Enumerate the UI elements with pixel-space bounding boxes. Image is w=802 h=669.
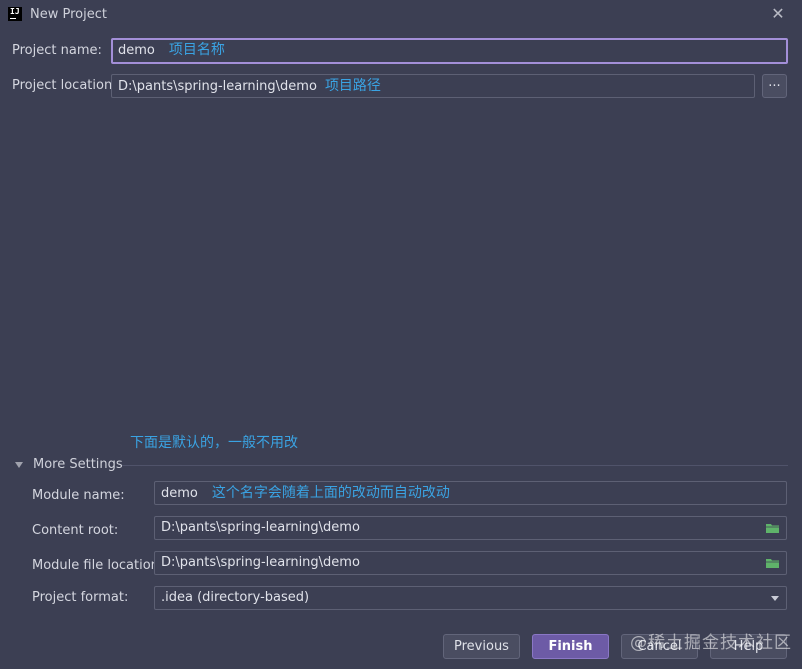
- project-name-input[interactable]: demo 项目名称: [111, 38, 788, 64]
- project-name-value: demo: [118, 43, 155, 58]
- title-bar: IJ New Project ✕: [0, 0, 802, 30]
- finish-button[interactable]: Finish: [532, 634, 609, 659]
- more-settings-title: More Settings: [33, 457, 123, 472]
- content-root-value: D:\pants\spring-learning\demo: [161, 520, 360, 535]
- project-format-label: Project format:: [32, 590, 129, 605]
- project-format-select[interactable]: .idea (directory-based): [154, 586, 787, 610]
- more-settings-toggle[interactable]: More Settings: [15, 457, 123, 472]
- defaults-note: 下面是默认的，一般不用改: [130, 435, 298, 451]
- chevron-down-icon: [771, 596, 779, 601]
- more-settings-divider: [122, 465, 788, 466]
- previous-button[interactable]: Previous: [443, 634, 520, 659]
- window-title: New Project: [30, 7, 107, 22]
- project-location-label: Project location:: [12, 78, 117, 93]
- project-name-label: Project name:: [12, 43, 102, 58]
- project-location-value: D:\pants\spring-learning\demo: [118, 79, 317, 94]
- module-name-annotation: 这个名字会随着上面的改动而自动改动: [211, 485, 450, 501]
- intellij-app-icon: IJ: [8, 7, 22, 21]
- module-name-value: demo: [161, 486, 198, 501]
- project-format-value: .idea (directory-based): [161, 590, 310, 605]
- triangle-down-icon: [15, 461, 23, 468]
- help-button[interactable]: Help: [710, 634, 787, 659]
- folder-icon[interactable]: [766, 558, 779, 568]
- content-root-input[interactable]: D:\pants\spring-learning\demo: [154, 516, 787, 540]
- module-file-location-label: Module file location:: [32, 558, 164, 573]
- folder-icon[interactable]: [766, 523, 779, 533]
- cancel-button[interactable]: Cancel: [621, 634, 698, 659]
- module-name-label: Module name:: [32, 488, 125, 503]
- close-icon[interactable]: ✕: [768, 4, 788, 24]
- project-name-annotation: 项目名称: [168, 42, 225, 58]
- browse-location-button[interactable]: ...: [762, 74, 787, 98]
- project-location-annotation: 项目路径: [324, 78, 381, 94]
- module-file-location-value: D:\pants\spring-learning\demo: [161, 555, 360, 570]
- project-location-input[interactable]: D:\pants\spring-learning\demo 项目路径: [111, 74, 755, 98]
- content-root-label: Content root:: [32, 523, 119, 538]
- module-name-input[interactable]: demo 这个名字会随着上面的改动而自动改动: [154, 481, 787, 505]
- module-file-location-input[interactable]: D:\pants\spring-learning\demo: [154, 551, 787, 575]
